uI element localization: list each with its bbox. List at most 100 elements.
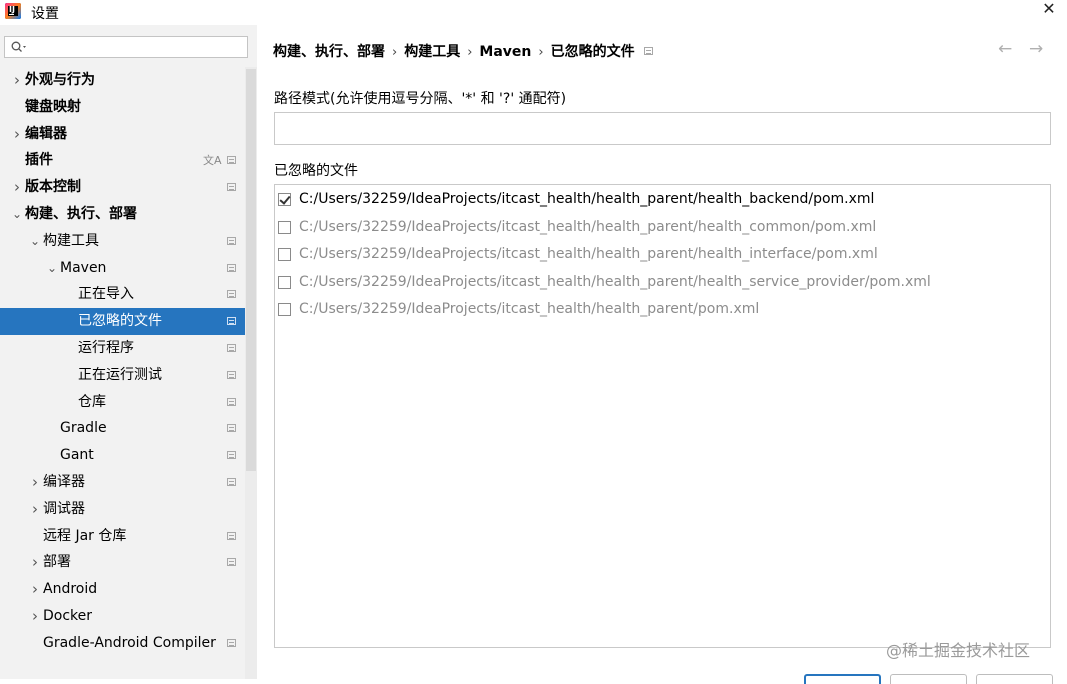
watermark: @稀土掘金技术社区 (886, 641, 1031, 660)
sidebar-item[interactable]: › Android (0, 576, 257, 603)
sidebar-item[interactable]: 运行程序 (0, 335, 257, 362)
sidebar-item-label: 调试器 (43, 500, 85, 517)
sidebar-item-label: 正在导入 (78, 286, 134, 303)
ignored-file-row[interactable]: C:/Users/32259/IdeaProjects/itcast_healt… (275, 241, 1050, 268)
ignored-file-checkbox[interactable] (278, 248, 291, 261)
sidebar-item-label: 构建工具 (43, 232, 99, 249)
sidebar-item[interactable]: Gradle-Android Compiler (0, 630, 257, 657)
project-scope-icon (227, 290, 236, 299)
chevron-right-icon[interactable]: › (10, 121, 24, 148)
apply-button[interactable] (976, 674, 1053, 684)
project-scope-icon (227, 156, 236, 165)
sidebar-item-label: Android (43, 581, 98, 598)
ignored-file-row[interactable]: C:/Users/32259/IdeaProjects/itcast_healt… (275, 296, 1050, 323)
chevron-down-icon[interactable]: ⌄ (45, 255, 59, 282)
search-icon (11, 41, 26, 52)
sidebar-item[interactable]: › 调试器 (0, 496, 257, 523)
chevron-right-icon[interactable]: › (28, 603, 42, 630)
ignored-file-checkbox[interactable] (278, 193, 291, 206)
chevron-down-icon[interactable]: ⌄ (10, 201, 24, 228)
settings-sidebar: › 外观与行为 键盘映射 › 编辑器 插件 文A › 版本控制 ⌄ 构建、执行、部署 ⌄ 构建工具 ⌄ Ma… (0, 25, 257, 679)
breadcrumb-item[interactable]: Maven (479, 44, 531, 60)
project-scope-icon (644, 47, 653, 55)
ignored-file-path: C:/Users/32259/IdeaProjects/itcast_healt… (299, 191, 875, 207)
sidebar-item-label: Docker (43, 608, 93, 624)
sidebar-item[interactable]: › 编辑器 (0, 121, 257, 148)
project-scope-icon (227, 317, 236, 326)
sidebar-item-label: 远程 Jar 仓库 (43, 527, 127, 544)
chevron-down-icon[interactable]: ⌄ (28, 228, 42, 255)
sidebar-item-label: Maven (60, 259, 107, 276)
sidebar-item[interactable]: › 外观与行为 (0, 67, 257, 94)
ignored-file-checkbox[interactable] (278, 275, 291, 289)
sidebar-item-label: 仓库 (78, 393, 106, 410)
chevron-right-icon[interactable]: › (10, 174, 24, 201)
sidebar-item[interactable]: Gradle (0, 415, 257, 442)
path-pattern-label: 路径模式(允许使用逗号分隔、'*' 和 '?' 通配符) (274, 91, 567, 107)
back-arrow-icon[interactable]: ← (998, 39, 1012, 59)
search-input[interactable] (33, 39, 243, 55)
sidebar-item[interactable]: ⌄ Maven (0, 255, 257, 282)
breadcrumb-item[interactable]: 构建工具 (404, 41, 460, 61)
ignored-file-row[interactable]: C:/Users/32259/IdeaProjects/itcast_healt… (275, 269, 1050, 296)
sidebar-item[interactable]: Gant (0, 442, 257, 469)
sidebar-item[interactable]: › Docker (0, 603, 257, 630)
chevron-right-icon[interactable]: › (28, 496, 42, 523)
project-scope-icon (227, 424, 236, 433)
sidebar-item[interactable]: ⌄ 构建、执行、部署 (0, 201, 257, 228)
close-icon[interactable]: ✕ (1039, 0, 1059, 18)
sidebar-item-label: 插件 (25, 152, 53, 169)
ignored-files-label: 已忽略的文件 (274, 163, 358, 179)
sidebar-item-label: 键盘映射 (25, 98, 81, 115)
sidebar-item[interactable]: › 编译器 (0, 469, 257, 496)
sidebar-item-label: 版本控制 (25, 179, 81, 196)
chevron-right-icon[interactable]: › (28, 469, 42, 496)
breadcrumb: 构建、执行、部署 › 构建工具 › Maven › 已忽略的文件 (273, 41, 635, 61)
settings-content: 构建、执行、部署 › 构建工具 › Maven › 已忽略的文件 ← → 路径模式(允许使用… (257, 25, 1067, 679)
sidebar-item-label: 编辑器 (25, 125, 67, 142)
sidebar-item[interactable]: ⌄ 构建工具 (0, 228, 257, 255)
sidebar-item[interactable]: 远程 Jar 仓库 (0, 523, 257, 550)
sidebar-item[interactable]: 键盘映射 (0, 94, 257, 121)
chevron-right-icon[interactable]: › (28, 549, 42, 576)
sidebar-item[interactable]: 已忽略的文件 (0, 308, 257, 336)
project-scope-icon (227, 183, 236, 192)
project-scope-icon (227, 451, 236, 460)
breadcrumb-current: 已忽略的文件 (550, 44, 635, 60)
project-scope-icon (227, 531, 236, 540)
project-scope-icon (227, 344, 236, 352)
sidebar-item-label: 外观与行为 (25, 72, 95, 88)
sidebar-scrollbar-thumb[interactable] (246, 69, 256, 471)
ok-button[interactable] (804, 674, 881, 684)
breadcrumb-separator: › (467, 45, 473, 60)
chevron-right-icon[interactable]: › (28, 576, 42, 603)
ignored-file-path: C:/Users/32259/IdeaProjects/itcast_healt… (299, 218, 877, 235)
ignored-file-path: C:/Users/32259/IdeaProjects/itcast_healt… (299, 273, 931, 290)
path-pattern-input[interactable] (274, 112, 1051, 145)
sidebar-item[interactable]: 正在导入 (0, 281, 257, 308)
sidebar-item[interactable]: › 版本控制 (0, 174, 257, 201)
window-title: 设置 (31, 6, 59, 22)
sidebar-item[interactable]: 仓库 (0, 389, 257, 416)
sidebar-item[interactable]: 正在运行测试 (0, 362, 257, 389)
ignored-file-row[interactable]: C:/Users/32259/IdeaProjects/itcast_healt… (275, 186, 1050, 213)
project-scope-icon (227, 263, 236, 272)
breadcrumb-separator: › (538, 45, 544, 60)
cancel-button[interactable] (890, 674, 967, 684)
sidebar-item-label: Gradle (60, 420, 107, 437)
sidebar-item-label: 编译器 (43, 474, 85, 490)
sidebar-item[interactable]: 插件 文A (0, 147, 257, 174)
project-scope-icon (227, 370, 236, 379)
ignored-file-row[interactable]: C:/Users/32259/IdeaProjects/itcast_healt… (275, 214, 1050, 241)
chevron-right-icon[interactable]: › (10, 67, 24, 94)
project-scope-icon (227, 236, 236, 245)
ignored-file-checkbox[interactable] (278, 303, 291, 316)
sidebar-item[interactable]: › 部署 (0, 549, 257, 576)
sidebar-item-label: 已忽略的文件 (78, 313, 162, 330)
breadcrumb-item[interactable]: 构建、执行、部署 (273, 41, 385, 61)
search-box[interactable] (4, 36, 248, 58)
ignored-file-checkbox[interactable] (278, 220, 291, 234)
forward-arrow-icon[interactable]: → (1029, 39, 1043, 59)
project-scope-icon (227, 478, 236, 486)
project-scope-icon (227, 558, 236, 567)
